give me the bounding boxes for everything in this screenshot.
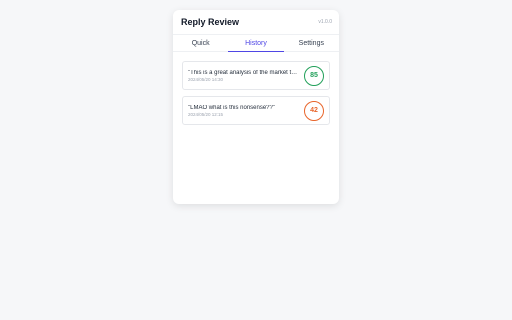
history-item-text: "LMAO what is this nonsense??" 2024/05/2… (188, 105, 304, 117)
app-title: Reply Review (181, 17, 240, 27)
version-label: v1.0.0 (318, 19, 332, 25)
history-item-title: "LMAO what is this nonsense??" (188, 104, 275, 111)
tab-history[interactable]: History (228, 35, 284, 52)
history-item[interactable]: "LMAO what is this nonsense??" 2024/05/2… (182, 96, 330, 125)
panel-header: Reply Review v1.0.0 (173, 10, 339, 34)
history-item-text: "This is a great analysis of the market … (188, 70, 304, 82)
history-item-timestamp: 2024/05/20 14:30 (188, 76, 224, 82)
reply-review-panel: Reply Review v1.0.0 Quick History Settin… (173, 10, 339, 204)
history-item-title: "This is a great analysis of the market … (188, 69, 298, 76)
history-list: "This is a great analysis of the market … (173, 52, 339, 125)
tab-quick[interactable]: Quick (173, 35, 228, 51)
history-item[interactable]: "This is a great analysis of the market … (182, 61, 330, 90)
score-badge: 85 (304, 65, 324, 86)
score-badge: 42 (304, 100, 324, 121)
tab-settings[interactable]: Settings (284, 35, 339, 51)
tab-bar: Quick History Settings (173, 34, 339, 52)
history-item-timestamp: 2024/05/20 12:15 (188, 111, 224, 117)
